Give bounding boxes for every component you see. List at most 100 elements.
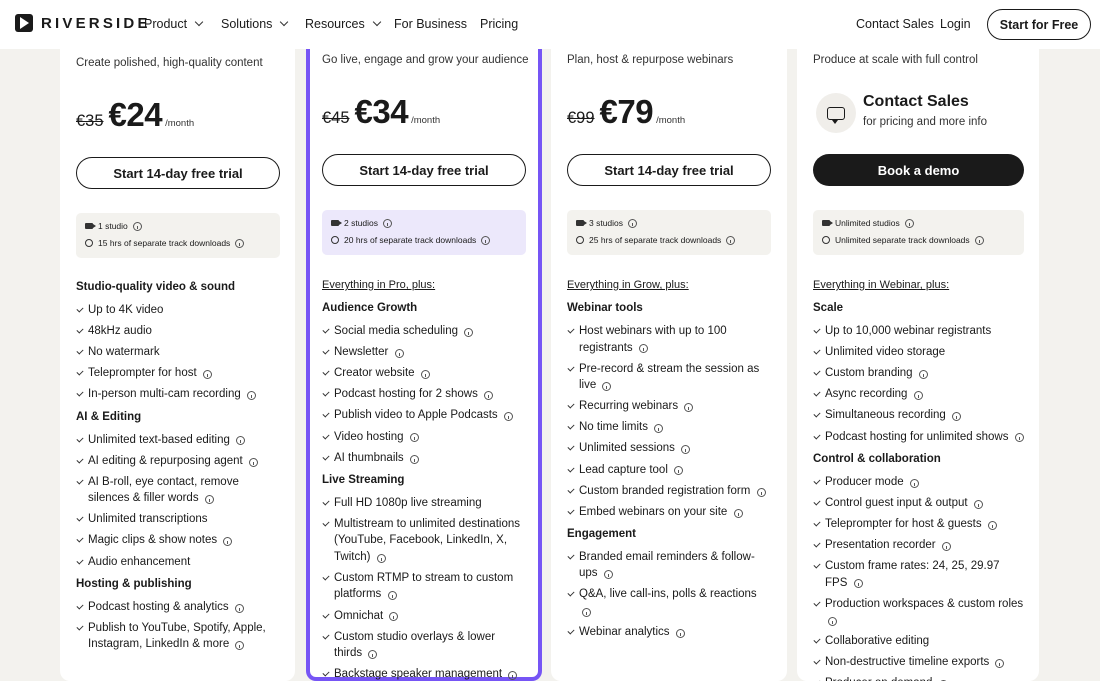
- feature-item: Branded email reminders & follow-ups: [567, 549, 767, 582]
- chat-icon: [816, 93, 856, 133]
- info-icon[interactable]: [918, 370, 928, 380]
- info-icon[interactable]: [132, 221, 142, 231]
- info-icon[interactable]: [420, 370, 430, 380]
- info-icon[interactable]: [952, 412, 962, 422]
- info-icon[interactable]: [674, 466, 684, 476]
- feature-label: Pre-record & stream the session as live: [579, 362, 760, 392]
- nav-solutions[interactable]: Solutions: [221, 17, 289, 31]
- info-icon[interactable]: [828, 617, 837, 627]
- check-icon: [322, 666, 334, 681]
- feature-item: Teleprompter for host: [76, 365, 280, 382]
- info-icon[interactable]: [484, 391, 494, 401]
- feature-item: Custom branding: [813, 365, 1024, 382]
- feature-group-title: Studio-quality video & sound: [76, 281, 236, 293]
- feature-item: Backstage speaker management: [322, 666, 522, 681]
- plan-price: €35 €24 /month: [76, 96, 194, 134]
- feature-label: Podcast hosting & analytics: [88, 599, 280, 616]
- feature-label: Unlimited text-based editing: [88, 432, 280, 449]
- info-icon[interactable]: [602, 382, 612, 392]
- info-icon[interactable]: [974, 235, 984, 245]
- everything-in-link[interactable]: Everything in Webinar, plus:: [813, 279, 949, 291]
- check-icon: [813, 407, 825, 424]
- nav-pricing[interactable]: Pricing: [480, 17, 518, 31]
- info-icon[interactable]: [368, 650, 378, 660]
- feature-item: Host webinars with up to 100 registrants: [567, 323, 767, 356]
- clock-icon: [85, 239, 93, 247]
- feature-item: Async recording: [813, 386, 1024, 403]
- info-icon[interactable]: [234, 603, 244, 613]
- info-icon[interactable]: [684, 403, 694, 413]
- info-icon[interactable]: [246, 391, 256, 401]
- contact-sales-subtitle: for pricing and more info: [863, 116, 988, 128]
- price-period: /month: [165, 118, 195, 129]
- info-icon[interactable]: [628, 218, 638, 228]
- feature-item: Q&A, live call-ins, polls & reactions: [567, 586, 767, 619]
- info-icon[interactable]: [681, 445, 691, 455]
- info-icon[interactable]: [204, 495, 214, 505]
- feature-label: Full HD 1080p live streaming: [334, 496, 482, 509]
- feature-item: Producer on demand: [813, 675, 1024, 681]
- download-hours: 20 hrs of separate track downloads: [344, 235, 477, 245]
- info-icon[interactable]: [987, 520, 997, 530]
- price-period: /month: [656, 115, 686, 126]
- feature-label: Host webinars with up to 100 registrants: [579, 325, 727, 354]
- everything-in-link[interactable]: Everything in Pro, plus:: [322, 279, 435, 291]
- info-icon[interactable]: [913, 391, 923, 401]
- info-icon[interactable]: [904, 218, 914, 228]
- start-trial-button[interactable]: Start 14-day free trial: [567, 154, 771, 186]
- info-icon[interactable]: [733, 508, 743, 518]
- feature-label: Lead capture tool: [579, 462, 767, 479]
- info-icon[interactable]: [675, 628, 685, 638]
- info-icon[interactable]: [464, 327, 474, 337]
- nav-resources[interactable]: Resources: [305, 17, 381, 31]
- info-icon[interactable]: [941, 541, 951, 551]
- info-icon[interactable]: [582, 607, 591, 617]
- info-icon[interactable]: [726, 235, 736, 245]
- feature-item: Embed webinars on your site: [567, 504, 767, 521]
- feature-item: Magic clips & show notes: [76, 532, 280, 549]
- info-icon[interactable]: [394, 349, 404, 359]
- info-icon[interactable]: [638, 344, 648, 354]
- info-icon[interactable]: [387, 591, 397, 601]
- info-icon[interactable]: [603, 570, 613, 580]
- nav-for-business[interactable]: For Business: [394, 17, 467, 31]
- start-trial-button[interactable]: Start 14-day free trial: [76, 157, 280, 189]
- info-icon[interactable]: [236, 436, 246, 446]
- chevron-down-icon: [194, 17, 204, 27]
- info-icon[interactable]: [756, 487, 766, 497]
- info-icon[interactable]: [409, 433, 419, 443]
- nav-contact-sales[interactable]: Contact Sales: [856, 17, 934, 31]
- check-icon: [76, 432, 88, 449]
- feature-label: Social media scheduling: [334, 323, 522, 340]
- feature-item: Omnichat: [322, 608, 522, 625]
- info-icon[interactable]: [223, 537, 233, 547]
- info-icon[interactable]: [481, 235, 491, 245]
- nav-product[interactable]: Product: [144, 17, 204, 31]
- brand-logo[interactable]: RIVERSIDE: [15, 14, 151, 32]
- info-icon[interactable]: [508, 671, 518, 681]
- info-icon[interactable]: [973, 499, 983, 509]
- info-icon[interactable]: [909, 478, 919, 488]
- book-demo-button[interactable]: Book a demo: [813, 154, 1024, 186]
- info-icon[interactable]: [389, 612, 399, 622]
- info-icon[interactable]: [235, 641, 245, 651]
- info-icon[interactable]: [409, 454, 419, 464]
- start-trial-button[interactable]: Start 14-day free trial: [322, 154, 526, 186]
- info-icon[interactable]: [383, 218, 393, 228]
- feature-group-title: Scale: [813, 302, 844, 314]
- camera-icon: [822, 220, 833, 226]
- info-icon[interactable]: [1014, 433, 1024, 443]
- info-icon[interactable]: [995, 659, 1005, 669]
- info-icon[interactable]: [202, 370, 212, 380]
- check-icon: [322, 386, 334, 403]
- everything-in-link[interactable]: Everything in Grow, plus:: [567, 279, 689, 291]
- info-icon[interactable]: [503, 412, 513, 422]
- nav-login[interactable]: Login: [940, 17, 971, 31]
- info-icon[interactable]: [248, 457, 258, 467]
- start-free-button[interactable]: Start for Free: [987, 9, 1091, 40]
- info-icon[interactable]: [235, 238, 245, 248]
- check-icon: [322, 608, 334, 625]
- info-icon[interactable]: [853, 579, 863, 589]
- info-icon[interactable]: [376, 553, 386, 563]
- info-icon[interactable]: [654, 424, 664, 434]
